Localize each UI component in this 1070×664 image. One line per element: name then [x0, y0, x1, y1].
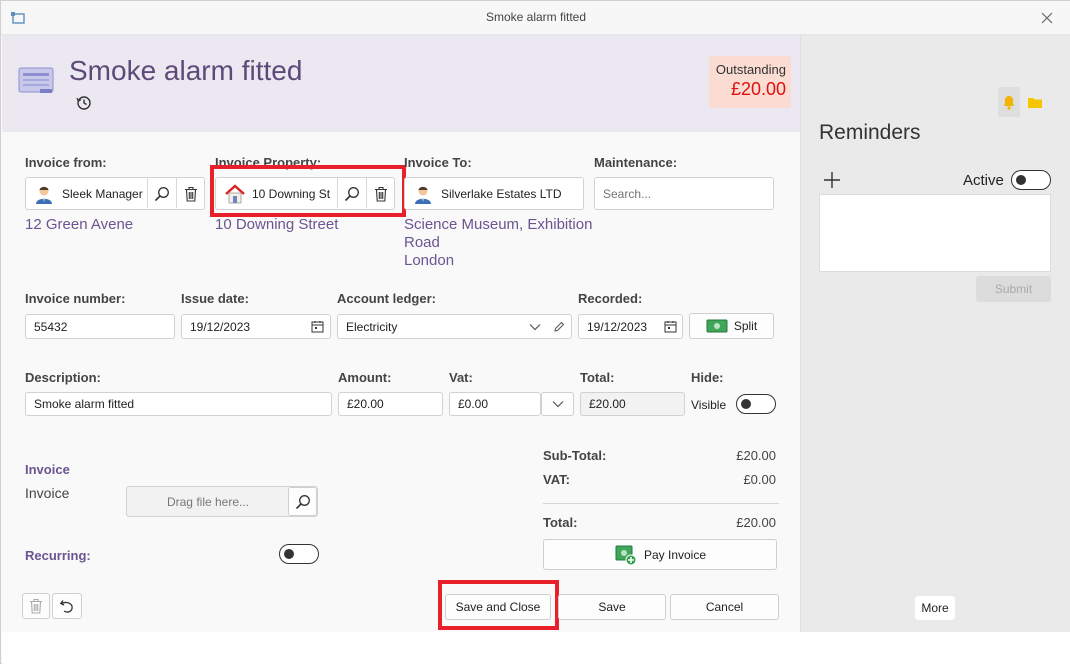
save-and-close-button[interactable]: Save and Close	[445, 594, 551, 620]
vat-input[interactable]: £0.00	[449, 392, 541, 416]
maintenance-search-input[interactable]	[594, 177, 774, 210]
invoice-attachment-label: Invoice	[25, 485, 70, 501]
active-label: Active	[963, 172, 1004, 189]
cancel-button[interactable]: Cancel	[670, 594, 779, 620]
save-button[interactable]: Save	[558, 594, 666, 620]
invoice-from-picker: Sleek Manager	[25, 177, 205, 210]
address-line: Road	[404, 234, 440, 251]
split-button[interactable]: Split	[689, 313, 774, 339]
issue-date-input[interactable]: 19/12/2023	[181, 314, 331, 339]
window-title: Smoke alarm fitted	[485, 10, 587, 24]
person-icon	[413, 184, 433, 204]
outstanding-amount: £20.00	[730, 79, 786, 99]
recurring-toggle[interactable]	[279, 544, 319, 564]
visible-label: Visible	[691, 398, 727, 412]
delete-icon[interactable]	[367, 178, 395, 209]
invoice-number-input[interactable]: 55432	[25, 314, 175, 339]
delete-icon[interactable]	[177, 178, 205, 209]
title-bar: Smoke alarm fitted	[1, 1, 1070, 35]
money-icon	[706, 319, 728, 333]
recorded-date-input[interactable]: 19/12/2023	[578, 314, 683, 339]
add-reminder-icon[interactable]	[823, 171, 841, 189]
subtotal-value: £20.00	[736, 448, 776, 463]
vat-dropdown-button[interactable]	[541, 392, 574, 416]
vat-total-label: VAT:	[543, 472, 570, 487]
issue-date-value: 19/12/2023	[190, 319, 251, 334]
description-input[interactable]: Smoke alarm fitted	[25, 392, 332, 416]
total-readonly-field: £20.00	[580, 392, 685, 416]
search-icon[interactable]	[148, 178, 176, 209]
invoice-section-label: Invoice	[25, 462, 70, 477]
search-icon	[295, 494, 311, 510]
recorded-label: Recorded:	[578, 291, 643, 306]
browse-file-button[interactable]	[288, 487, 317, 516]
house-icon	[224, 183, 246, 205]
trash-icon	[29, 598, 43, 614]
pay-invoice-button[interactable]: Pay Invoice	[543, 539, 777, 570]
invoice-property-picker: 10 Downing St	[215, 177, 395, 210]
vat-label: Vat:	[449, 370, 473, 385]
undo-icon	[59, 598, 75, 614]
invoice-icon	[18, 66, 56, 96]
calendar-icon[interactable]	[310, 319, 324, 333]
folder-icon[interactable]	[1026, 93, 1044, 111]
invoice-from-label: Invoice from:	[25, 155, 107, 170]
invoice-window: Smoke alarm fitted Smoke alarm fitted Ou…	[0, 0, 1070, 664]
bell-icon[interactable]	[998, 87, 1020, 117]
grand-total-label: Total:	[543, 515, 578, 530]
edit-pencil-icon[interactable]	[552, 320, 566, 334]
amount-label: Amount:	[338, 370, 392, 385]
invoice-to-label: Invoice To:	[404, 155, 472, 170]
history-icon[interactable]	[75, 94, 93, 112]
address-line: London	[404, 252, 455, 269]
reminder-textarea[interactable]	[819, 194, 1051, 272]
submit-button[interactable]: Submit	[976, 276, 1051, 302]
invoice-property-address: 10 Downing Street	[215, 216, 339, 233]
hide-label: Hide:	[691, 370, 724, 385]
chevron-down-icon	[552, 400, 564, 408]
invoice-to-address: Science Museum, Exhibition Road London	[404, 216, 592, 270]
pay-invoice-label: Pay Invoice	[643, 547, 707, 562]
recurring-label: Recurring:	[25, 548, 91, 563]
total-label: Total:	[580, 370, 615, 385]
visibility-toggle[interactable]	[736, 394, 776, 414]
outstanding-label: Outstanding	[715, 62, 786, 77]
person-icon	[34, 184, 54, 204]
calendar-icon[interactable]	[663, 319, 677, 333]
close-icon[interactable]	[1037, 9, 1057, 27]
invoice-property-value: 10 Downing St	[252, 187, 331, 201]
recorded-date-value: 19/12/2023	[587, 319, 648, 334]
account-ledger-label: Account ledger:	[337, 291, 436, 306]
description-label: Description:	[25, 370, 101, 385]
account-ledger-select[interactable]: Electricity	[337, 314, 572, 339]
account-ledger-value: Electricity	[346, 319, 398, 334]
subtotal-label: Sub-Total:	[543, 448, 607, 463]
grand-total-value: £20.00	[736, 515, 776, 530]
status-strip	[2, 632, 1070, 664]
reminders-title: Reminders	[819, 121, 921, 144]
search-icon[interactable]	[338, 178, 366, 209]
active-toggle[interactable]	[1011, 170, 1051, 190]
amount-input[interactable]: £20.00	[338, 392, 443, 416]
maintenance-label: Maintenance:	[594, 155, 678, 170]
undo-button[interactable]	[52, 593, 82, 619]
outstanding-badge: Outstanding £20.00	[709, 56, 791, 108]
split-label: Split	[733, 319, 758, 333]
invoice-number-label: Invoice number:	[25, 291, 126, 306]
invoice-to-value: Silverlake Estates LTD	[441, 187, 562, 201]
more-button[interactable]: More	[915, 596, 955, 620]
chevron-down-icon[interactable]	[528, 320, 542, 334]
page-title: Smoke alarm fitted	[69, 55, 303, 86]
issue-date-label: Issue date:	[181, 291, 249, 306]
invoice-to-picker[interactable]: Silverlake Estates LTD	[404, 177, 584, 210]
invoice-from-address: 12 Green Avene	[25, 216, 134, 233]
pay-money-icon	[614, 544, 638, 566]
totals-divider	[543, 503, 779, 504]
delete-invoice-button[interactable]	[22, 593, 50, 619]
address-line: Science Museum, Exhibition	[404, 216, 593, 233]
vat-total-value: £0.00	[743, 472, 776, 487]
invoice-from-value: Sleek Manager	[62, 187, 143, 201]
